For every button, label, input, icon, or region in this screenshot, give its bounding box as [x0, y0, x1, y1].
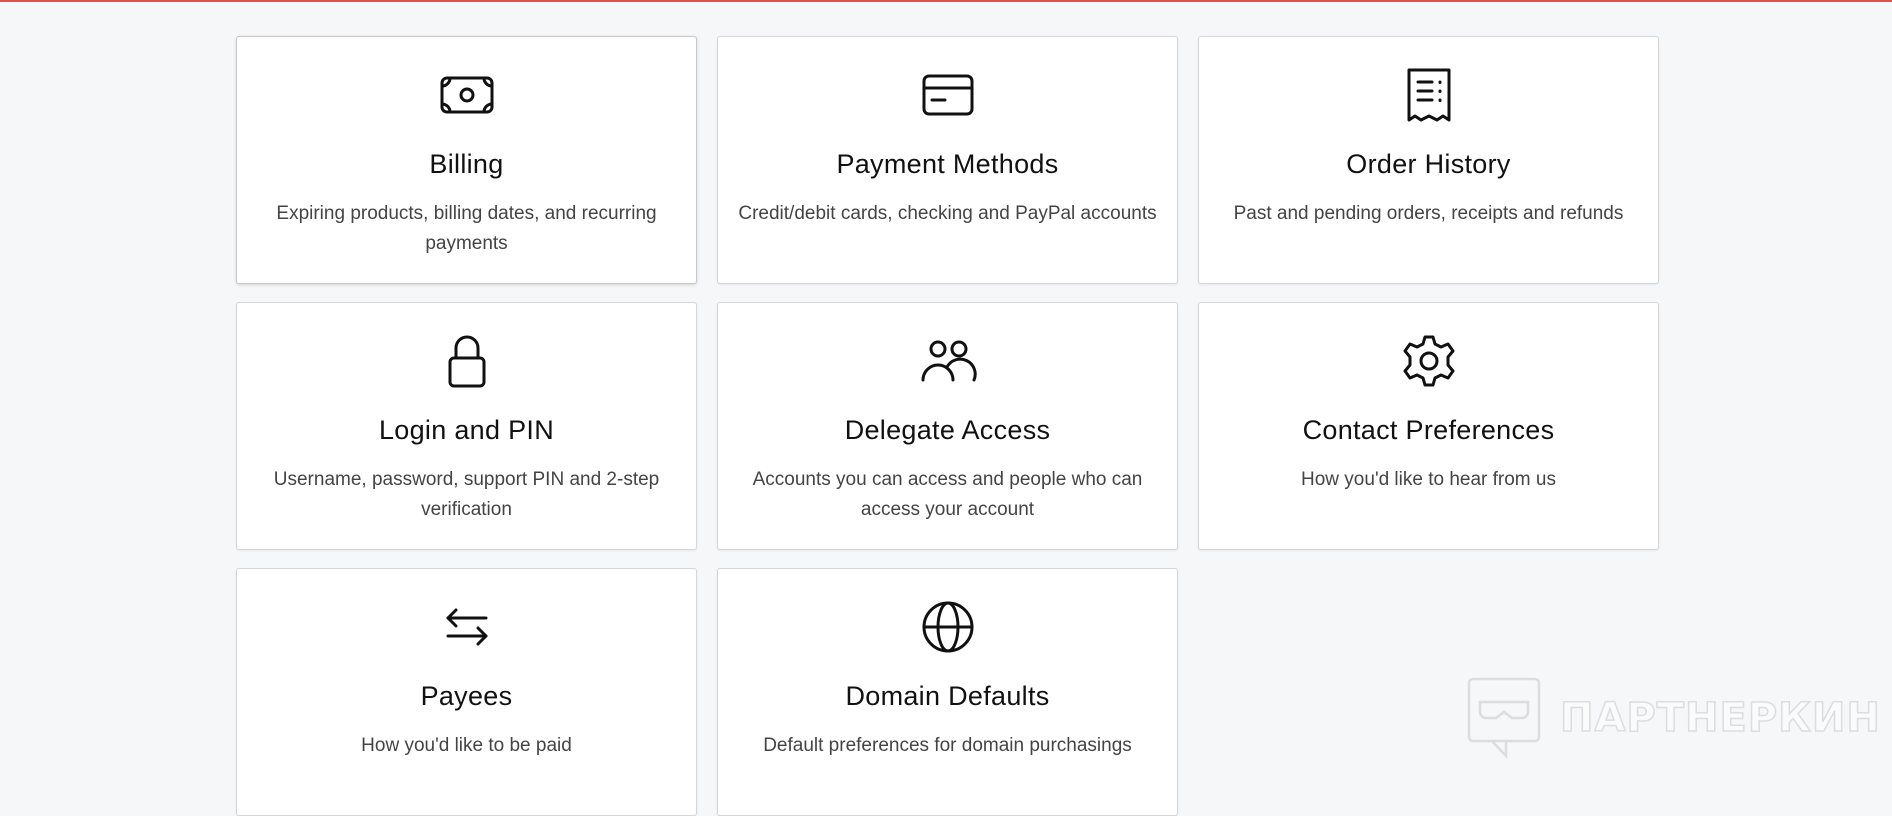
card-title: Delegate Access	[844, 415, 1051, 445]
card-description: Default preferences for domain purchasin…	[763, 735, 1132, 756]
watermark: ПАРТНЕРКИН	[1466, 676, 1881, 760]
lock-icon	[437, 331, 497, 391]
card-title: Billing	[429, 149, 504, 179]
card-description: How you'd like to be paid	[361, 735, 572, 756]
card-description: Expiring products, billing dates, and re…	[276, 203, 657, 254]
card-title: Payment Methods	[836, 149, 1059, 179]
delegate-access-card[interactable]: Delegate Access Accounts you can access …	[717, 302, 1178, 550]
chat-mask-icon	[1467, 677, 1541, 760]
card-title: Login and PIN	[378, 415, 555, 445]
globe-icon	[918, 597, 978, 657]
billing-card[interactable]: Billing Expiring products, billing dates…	[236, 36, 697, 284]
credit-card-icon	[918, 65, 978, 125]
card-description: Accounts you can access and people who c…	[752, 469, 1143, 520]
payment-methods-card[interactable]: Payment Methods Credit/debit cards, chec…	[717, 36, 1178, 284]
card-title: Domain Defaults	[845, 681, 1050, 711]
card-title: Payees	[420, 681, 513, 711]
gear-icon	[1399, 331, 1459, 391]
card-description: Past and pending orders, receipts and re…	[1233, 203, 1624, 224]
receipt-icon	[1399, 65, 1459, 125]
login-and-pin-card[interactable]: Login and PIN Username, password, suppor…	[236, 302, 697, 550]
domain-defaults-card[interactable]: Domain Defaults Default preferences for …	[717, 568, 1178, 816]
card-title: Order History	[1346, 149, 1511, 179]
people-icon	[918, 331, 978, 391]
transfer-arrows-icon	[437, 597, 497, 657]
payees-card[interactable]: Payees How you'd like to be paid	[236, 568, 697, 816]
card-description: Username, password, support PIN and 2-st…	[273, 469, 660, 520]
top-accent-rule	[0, 0, 1892, 2]
card-title: Contact Preferences	[1302, 415, 1555, 445]
money-icon	[437, 65, 497, 125]
order-history-card[interactable]: Order History Past and pending orders, r…	[1198, 36, 1659, 284]
account-settings-grid: Billing Expiring products, billing dates…	[236, 36, 1659, 816]
card-description: How you'd like to hear from us	[1301, 469, 1556, 490]
contact-preferences-card[interactable]: Contact Preferences How you'd like to he…	[1198, 302, 1659, 550]
watermark-text: ПАРТНЕРКИН	[1559, 694, 1881, 742]
card-description: Credit/debit cards, checking and PayPal …	[738, 203, 1157, 224]
